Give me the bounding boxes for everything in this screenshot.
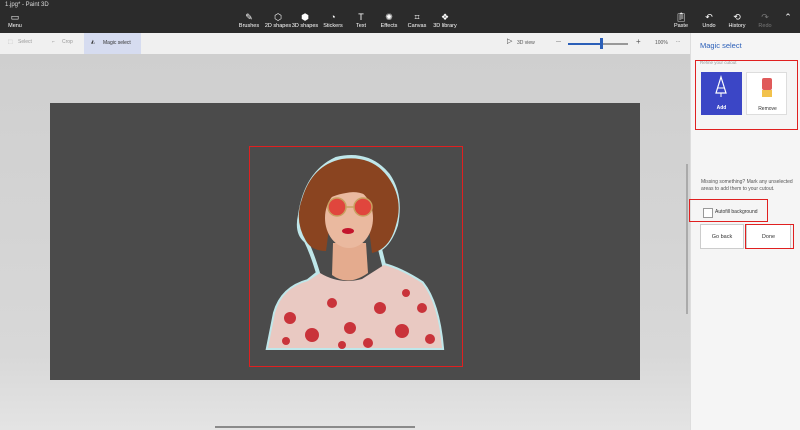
- secondary-toolbar: ⬚ Select ⌐ Crop ◭ Magic select ▷ 3D view…: [0, 33, 690, 55]
- cutout-highlight-box: [249, 146, 463, 367]
- tool-2d-shapes[interactable]: ⬡ 2D shapes: [263, 12, 293, 29]
- collapse-toolbar-button[interactable]: ⌃: [778, 12, 798, 23]
- zoom-out-button[interactable]: —: [556, 39, 561, 45]
- go-back-button[interactable]: Go back: [700, 224, 744, 249]
- undo-icon: ↶: [705, 12, 713, 22]
- autofill-highlight-box: [689, 199, 768, 222]
- 3d-view-icon: ▷: [507, 38, 513, 45]
- menu-icon: ▭: [10, 12, 20, 22]
- tool-canvas[interactable]: ⌗ Canvas: [402, 12, 432, 29]
- select-button[interactable]: Select: [18, 39, 32, 45]
- zoom-slider-thumb[interactable]: [599, 38, 603, 49]
- zoom-slider-fill: [568, 43, 601, 45]
- paste-icon: 📋︎: [675, 12, 687, 22]
- 3d-library-icon: ❖: [440, 12, 450, 22]
- menu-label: Menu: [8, 23, 22, 29]
- history-icon: ⟲: [733, 12, 741, 22]
- tool-brushes[interactable]: ✎ Brushes: [234, 12, 264, 29]
- 2d-shapes-icon: ⬡: [274, 12, 282, 22]
- zoom-in-button[interactable]: +: [636, 37, 641, 46]
- workspace: [0, 54, 690, 430]
- 3d-shapes-icon: ⬢: [301, 12, 309, 22]
- tool-label: Canvas: [407, 23, 427, 29]
- zoom-slider[interactable]: [568, 38, 628, 49]
- tool-label: Brushes: [238, 23, 260, 29]
- vertical-scrollbar[interactable]: [686, 164, 688, 314]
- effects-icon: ✺: [385, 12, 393, 22]
- paste-label: Paste: [673, 23, 689, 29]
- tool-stickers[interactable]: ◔ Stickers: [318, 12, 348, 29]
- magic-select-tab[interactable]: ◭ Magic select: [84, 33, 141, 54]
- chevron-up-icon: ⌃: [784, 12, 792, 22]
- hint-text: Missing something? Mark any unselected a…: [701, 179, 793, 192]
- redo-button[interactable]: ↷ Redo: [750, 12, 780, 29]
- window-title: 1.jpg* - Paint 3D: [5, 2, 49, 8]
- tool-label: Text: [355, 23, 367, 29]
- canvas-icon: ⌗: [414, 12, 420, 22]
- tool-label: 3D library: [433, 23, 457, 29]
- sticker-icon: ◔: [330, 12, 336, 22]
- history-button[interactable]: ⟲ History: [722, 12, 752, 29]
- tool-effects[interactable]: ✺ Effects: [374, 12, 404, 29]
- done-highlight-box: [745, 224, 794, 249]
- tool-3d-shapes[interactable]: ⬢ 3D shapes: [290, 12, 320, 29]
- more-options-button[interactable]: ...: [676, 38, 680, 44]
- crop-icon: ⌐: [52, 39, 55, 45]
- magic-select-icon: ◭: [91, 39, 95, 45]
- paste-button[interactable]: 📋︎ Paste: [666, 12, 696, 29]
- magic-select-panel: Magic select Refine your cutout Add Remo…: [689, 33, 800, 430]
- magic-select-label: Magic select: [103, 40, 131, 46]
- tool-3d-library[interactable]: ❖ 3D library: [430, 12, 460, 29]
- canvas[interactable]: [50, 103, 640, 380]
- tool-label: Effects: [380, 23, 398, 29]
- menu-button[interactable]: ▭ Menu: [0, 12, 30, 29]
- horizontal-scrollbar[interactable]: [215, 426, 415, 428]
- crop-button[interactable]: Crop: [62, 39, 73, 45]
- refine-highlight-box: [695, 60, 798, 130]
- panel-title: Magic select: [700, 41, 742, 50]
- history-label: History: [728, 23, 746, 29]
- tool-label: Stickers: [323, 23, 343, 29]
- zoom-percent: 100%: [655, 40, 668, 46]
- select-icon: ⬚: [8, 39, 13, 45]
- 3d-view-toggle[interactable]: 3D view: [517, 40, 535, 46]
- tool-label: 3D shapes: [291, 23, 319, 29]
- text-icon: T: [358, 12, 364, 22]
- redo-icon: ↷: [761, 12, 769, 22]
- tool-label: 2D shapes: [264, 23, 292, 29]
- title-bar: 1.jpg* - Paint 3D ▭ Menu ✎ Brushes ⬡ 2D …: [0, 0, 800, 33]
- tool-text[interactable]: T Text: [346, 12, 376, 29]
- redo-label: Redo: [758, 23, 772, 29]
- brush-icon: ✎: [245, 12, 253, 22]
- undo-label: Undo: [702, 23, 716, 29]
- undo-button[interactable]: ↶ Undo: [694, 12, 724, 29]
